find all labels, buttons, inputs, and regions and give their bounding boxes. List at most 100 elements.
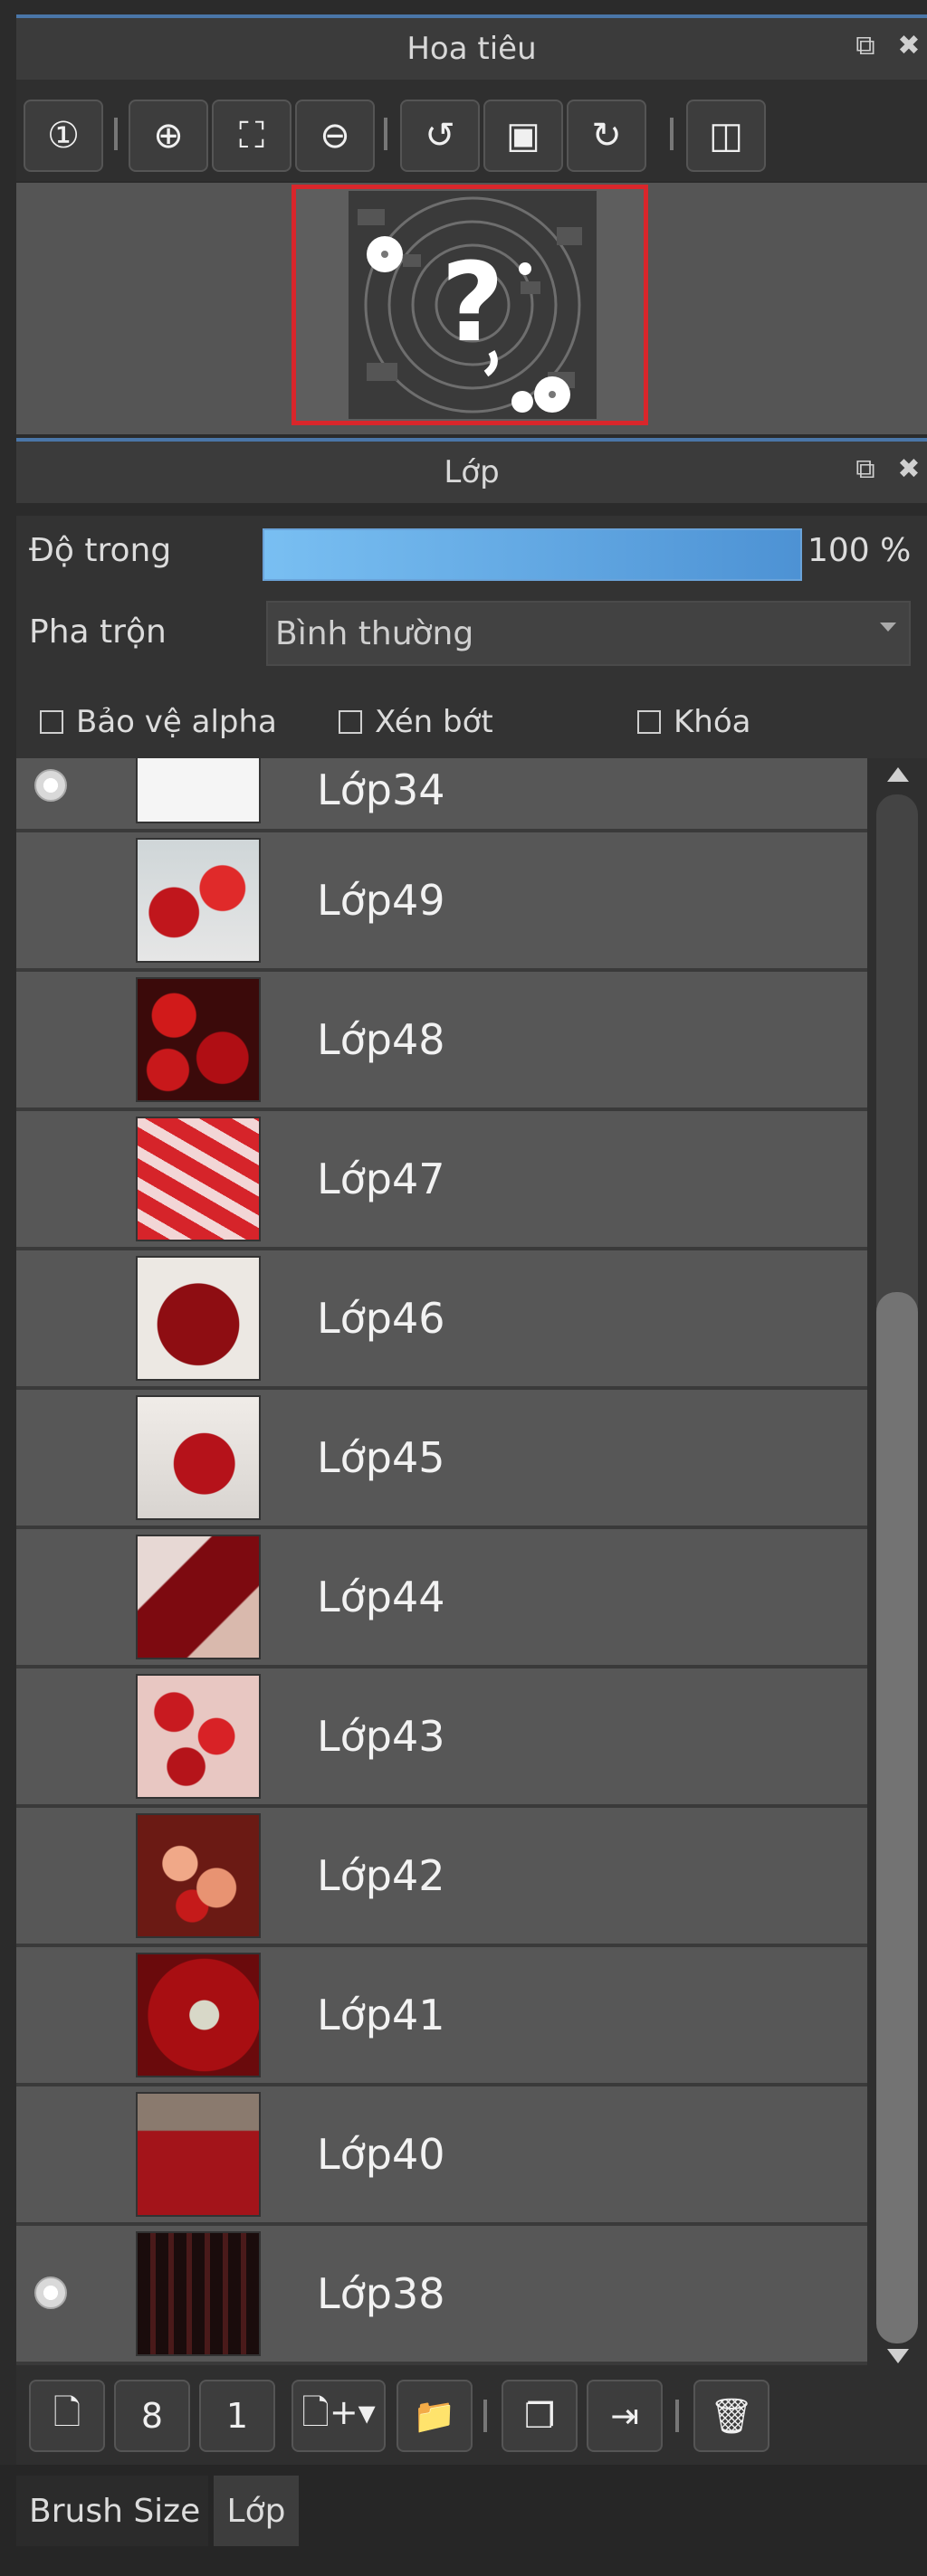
layer-thumbnail xyxy=(136,1674,261,1799)
layer-row[interactable]: Lớp46 xyxy=(16,1250,867,1390)
close-icon[interactable]: ✖ xyxy=(896,453,922,485)
zoom-in-button[interactable]: ⊕ xyxy=(129,100,208,172)
layer-row[interactable]: Lớp44 xyxy=(16,1529,867,1668)
visibility-icon[interactable] xyxy=(34,2277,67,2309)
duplicate-layer-button[interactable]: ❐ xyxy=(502,2380,578,2452)
zoom-in-icon: ⊕ xyxy=(153,115,184,157)
1bit-layer-icon: 1 xyxy=(225,2396,249,2436)
layers-title: Lớp xyxy=(444,454,500,490)
scroll-track-upper[interactable] xyxy=(876,794,918,1328)
zoom-out-button[interactable]: ⊖ xyxy=(295,100,375,172)
layer-thumbnail xyxy=(136,1535,261,1659)
navigator-panel-header: Hoa tiêu ⧉ ✖ xyxy=(16,14,927,80)
layer-name: Lớp44 xyxy=(317,1573,445,1621)
clipping-checkbox[interactable]: Xén bớt xyxy=(339,704,493,740)
tab-label: Lớp xyxy=(226,2492,286,2530)
layer-row[interactable]: Lớp48 xyxy=(16,972,867,1111)
rotate-left-button[interactable]: ↺ xyxy=(400,100,480,172)
layer-thumbnail xyxy=(136,1256,261,1381)
viewport-frame[interactable]: ? xyxy=(291,185,648,425)
layers-panel-header: Lớp ⧉ ✖ xyxy=(16,438,927,503)
layer-name: Lớp38 xyxy=(317,2269,445,2318)
tab-brush-size[interactable]: Brush Size xyxy=(16,2476,208,2546)
layer-name: Lớp48 xyxy=(317,1015,445,1064)
zoom-reset-button[interactable]: ① xyxy=(24,100,103,172)
protect-alpha-checkbox[interactable]: Bảo vệ alpha xyxy=(40,704,277,740)
toolbar-separator xyxy=(384,118,387,150)
fit-screen-button[interactable]: ⛶ xyxy=(212,100,291,172)
layer-name: Lớp34 xyxy=(317,765,445,814)
navigator-preview[interactable]: ? xyxy=(16,183,927,434)
toolbar-separator xyxy=(114,118,118,150)
layers-bottom-toolbar: 🗋 8 1 🗋+▾ 📁 ❐ ⇥ 🗑 xyxy=(16,2369,927,2465)
delete-layer-button[interactable]: 🗑 xyxy=(693,2380,769,2452)
layer-row[interactable]: Lớp42 xyxy=(16,1808,867,1947)
layer-row[interactable]: Lớp43 xyxy=(16,1668,867,1808)
new-layer-button[interactable]: 🗋 xyxy=(29,2380,105,2452)
layer-thumbnail xyxy=(136,1813,261,1938)
layer-name: Lớp46 xyxy=(317,1294,445,1343)
layer-row[interactable]: Lớp49 xyxy=(16,832,867,972)
layer-row[interactable]: Lớp40 xyxy=(16,2086,867,2226)
layer-row[interactable]: Lớp41 xyxy=(16,1947,867,2086)
layer-thumbnail xyxy=(136,977,261,1102)
blend-mode-value: Bình thường xyxy=(275,614,474,652)
layer-name: Lớp41 xyxy=(317,1991,445,2039)
layer-thumbnail xyxy=(136,1953,261,2077)
layer-row[interactable]: Lớp38 xyxy=(16,2226,867,2365)
panel-tabs: Brush Size Lớp xyxy=(0,2465,927,2576)
visibility-icon[interactable] xyxy=(34,769,67,802)
layer-name: Lớp43 xyxy=(317,1712,445,1761)
layer-row[interactable]: Lớp34 xyxy=(16,758,867,832)
blend-label: Pha trộn xyxy=(29,613,167,651)
lock-checkbox[interactable]: Khóa xyxy=(637,704,750,740)
layer-row[interactable]: Lớp45 xyxy=(16,1390,867,1529)
new-1bit-layer-button[interactable]: 1 xyxy=(199,2380,275,2452)
opacity-value: 100 % xyxy=(808,532,912,569)
zoom-reset-icon: ① xyxy=(47,115,80,157)
toolbar-separator xyxy=(675,2400,679,2432)
blend-mode-select[interactable]: Bình thường xyxy=(266,601,911,666)
dropdown-arrow-icon xyxy=(880,623,896,632)
merge-layer-button[interactable]: ⇥ xyxy=(587,2380,663,2452)
undock-icon[interactable]: ⧉ xyxy=(853,453,878,485)
layers-list[interactable]: Lớp34 Lớp49 Lớp48 Lớp47 Lớp46 Lớp45 Lớp4… xyxy=(16,758,867,2369)
layer-thumbnail xyxy=(136,1395,261,1520)
tab-label: Brush Size xyxy=(29,2492,201,2530)
fit-canvas-icon: ▣ xyxy=(506,115,540,157)
fit-canvas-button[interactable]: ▣ xyxy=(483,100,563,172)
flip-button[interactable]: ◫ xyxy=(686,100,766,172)
duplicate-icon: ❐ xyxy=(523,2396,556,2436)
undock-icon[interactable]: ⧉ xyxy=(853,30,878,62)
scroll-up-arrow-icon[interactable] xyxy=(887,767,909,782)
protect-alpha-label: Bảo vệ alpha xyxy=(76,704,277,740)
layer-name: Lớp45 xyxy=(317,1433,445,1482)
trash-icon: 🗑 xyxy=(709,2395,754,2436)
layer-thumbnail xyxy=(136,758,261,823)
layers-scrollbar[interactable] xyxy=(867,758,927,2369)
flip-icon: ◫ xyxy=(709,115,743,157)
tab-layer[interactable]: Lớp xyxy=(214,2476,299,2546)
toolbar-separator xyxy=(670,118,674,150)
new-8bit-layer-button[interactable]: 8 xyxy=(114,2380,190,2452)
opacity-slider[interactable] xyxy=(263,528,802,581)
scroll-thumb[interactable] xyxy=(876,1292,918,2343)
add-layer-icon: 🗋+▾ xyxy=(301,2391,376,2432)
close-icon[interactable]: ✖ xyxy=(896,30,922,62)
scroll-down-arrow-icon[interactable] xyxy=(887,2349,909,2363)
opacity-label: Độ trong xyxy=(29,532,172,569)
layer-thumbnail xyxy=(136,1117,261,1241)
checkbox-icon xyxy=(637,710,661,734)
layer-name: Lớp40 xyxy=(317,2130,445,2179)
rotate-right-button[interactable]: ↻ xyxy=(567,100,646,172)
folder-icon: 📁 xyxy=(413,2395,456,2436)
layer-thumbnail xyxy=(136,2231,261,2356)
merge-icon: ⇥ xyxy=(610,2396,639,2436)
add-layer-menu-button[interactable]: 🗋+▾ xyxy=(291,2380,386,2452)
8bit-layer-icon: 8 xyxy=(140,2396,164,2436)
layer-row[interactable]: Lớp47 xyxy=(16,1111,867,1250)
rotate-left-icon: ↺ xyxy=(425,115,455,157)
layer-name: Lớp47 xyxy=(317,1155,445,1203)
toolbar-separator xyxy=(483,2400,487,2432)
new-folder-button[interactable]: 📁 xyxy=(397,2380,473,2452)
